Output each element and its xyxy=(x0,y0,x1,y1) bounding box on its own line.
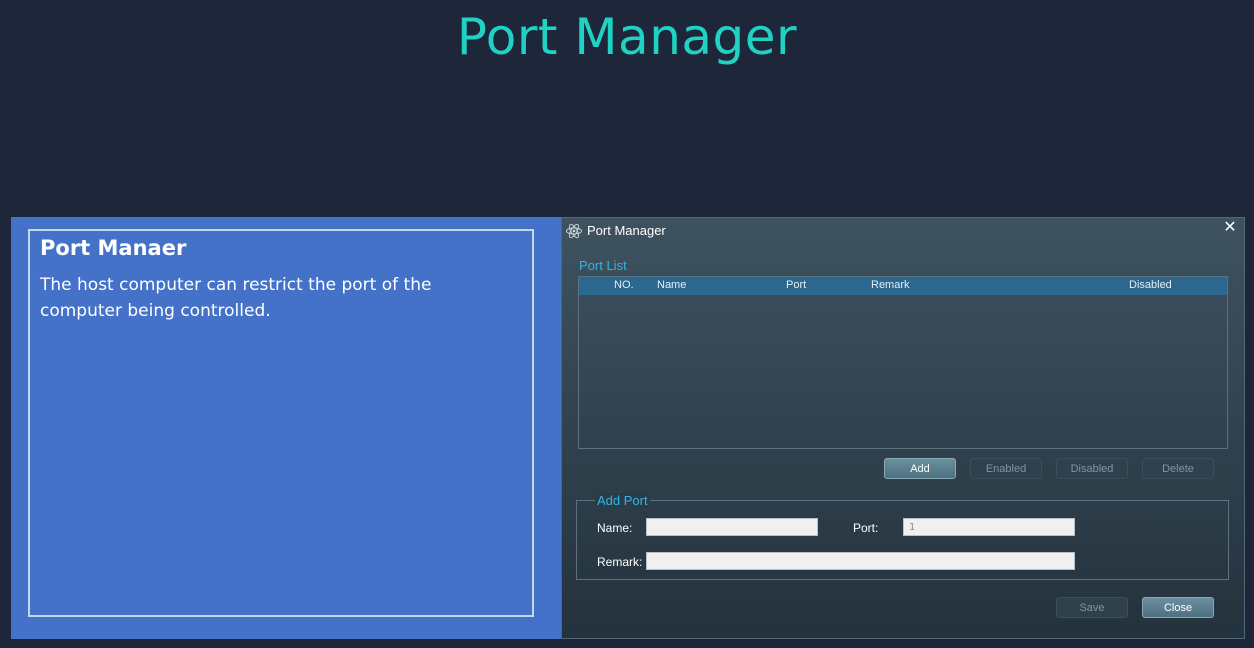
atom-icon xyxy=(566,223,582,239)
table-header: NO. Name Port Remark Disabled xyxy=(579,277,1227,295)
add-button[interactable]: Add xyxy=(884,458,956,479)
column-header-disabled[interactable]: Disabled xyxy=(1129,279,1172,291)
name-input[interactable] xyxy=(646,518,818,536)
page-title: Port Manager xyxy=(456,8,798,66)
port-list-table[interactable]: NO. Name Port Remark Disabled xyxy=(578,276,1228,449)
port-list-label: Port List xyxy=(579,258,627,273)
disabled-button[interactable]: Disabled xyxy=(1056,458,1128,479)
port-manager-dialog: Port Manager ✕ Port List NO. Name Port R… xyxy=(561,217,1245,639)
column-header-name[interactable]: Name xyxy=(657,279,686,291)
column-header-no[interactable]: NO. xyxy=(614,279,634,291)
info-panel-heading: Port Manaer xyxy=(40,236,187,260)
column-header-port[interactable]: Port xyxy=(786,279,806,291)
close-button[interactable]: Close xyxy=(1142,597,1214,618)
info-panel: Port Manaer The host computer can restri… xyxy=(11,217,561,639)
remark-input[interactable] xyxy=(646,552,1075,570)
name-label: Name: xyxy=(597,521,633,535)
add-port-group: Add Port Name: Port: Remark: xyxy=(576,493,1229,580)
column-header-remark[interactable]: Remark xyxy=(871,279,910,291)
info-panel-description: The host computer can restrict the port … xyxy=(40,275,432,321)
add-port-legend: Add Port xyxy=(595,493,650,508)
save-button[interactable]: Save xyxy=(1056,597,1128,618)
port-label: Port: xyxy=(853,521,879,535)
dialog-title: Port Manager xyxy=(587,223,666,238)
info-panel-frame: Port Manaer The host computer can restri… xyxy=(28,229,534,617)
close-icon[interactable]: ✕ xyxy=(1223,220,1237,236)
enabled-button[interactable]: Enabled xyxy=(970,458,1042,479)
port-input[interactable] xyxy=(903,518,1075,536)
remark-label: Remark: xyxy=(597,555,643,569)
delete-button[interactable]: Delete xyxy=(1142,458,1214,479)
